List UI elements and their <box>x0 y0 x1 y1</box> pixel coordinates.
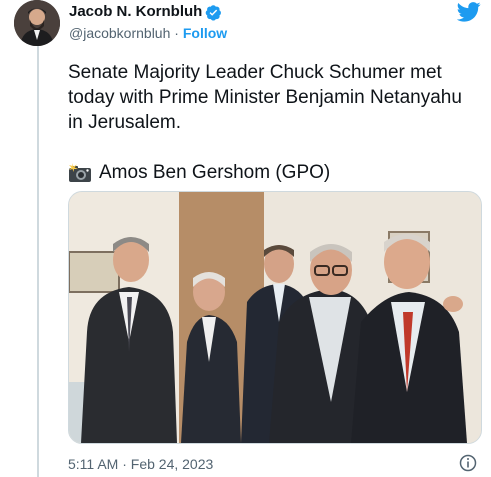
author-handle[interactable]: @jacobkornbluh <box>69 25 170 41</box>
camera-flash-icon <box>69 162 91 182</box>
photo-credit-line: Amos Ben Gershom (GPO) <box>68 160 478 185</box>
author-display-name[interactable]: Jacob N. Kornbluh <box>69 3 202 21</box>
twitter-bird-icon[interactable] <box>457 2 481 22</box>
verified-badge-icon <box>206 4 222 21</box>
handle-separator: · <box>174 25 179 41</box>
tweet-body: Senate Majority Leader Chuck Schumer met… <box>68 60 478 185</box>
tweet-timestamp[interactable]: 5:11 AM · Feb 24, 2023 <box>68 456 213 472</box>
tweet-photo[interactable] <box>68 191 482 444</box>
info-icon[interactable] <box>459 454 477 472</box>
photo-credit: Amos Ben Gershom (GPO) <box>99 162 331 183</box>
tweet-text: Senate Majority Leader Chuck Schumer met… <box>68 62 462 133</box>
tweet-embed: Jacob N. Kornbluh @jacobkornbluh · Follo… <box>0 0 491 477</box>
author-name-row: Jacob N. Kornbluh <box>69 3 222 21</box>
avatar[interactable] <box>14 0 60 46</box>
author-handle-row: @jacobkornbluh · Follow <box>69 24 227 42</box>
thread-line <box>37 44 39 477</box>
follow-button[interactable]: Follow <box>183 25 227 41</box>
